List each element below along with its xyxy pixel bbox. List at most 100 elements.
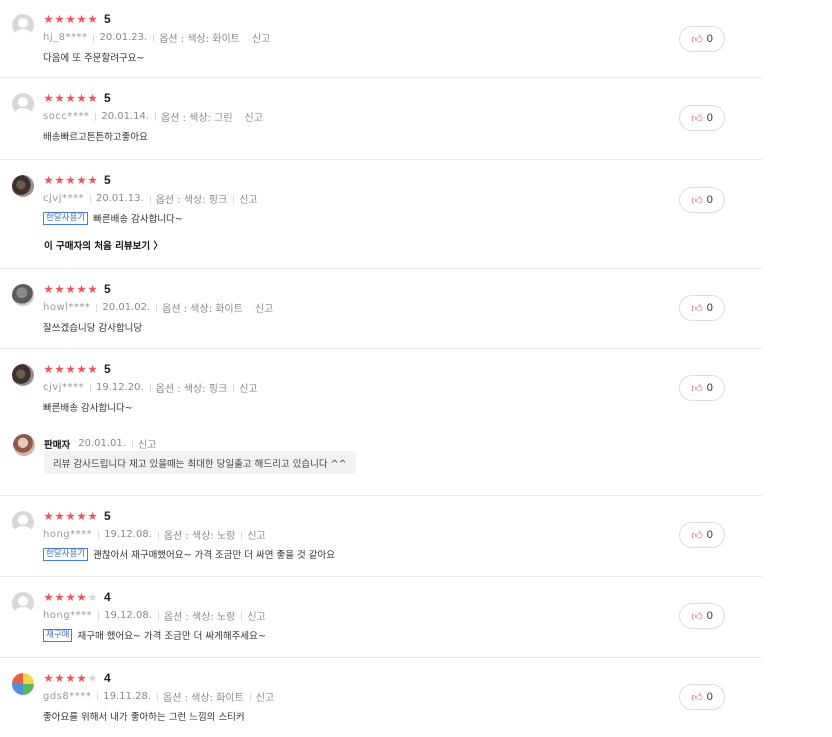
rating-score: 5 — [104, 12, 111, 26]
reviewer-id: cjvj**** — [43, 382, 84, 393]
like-button[interactable]: 👍︎ 0 — [679, 295, 725, 321]
star-rating-icon: ★ ★ ★ ★ ★ — [43, 281, 98, 296]
divider — [149, 194, 151, 203]
like-button[interactable]: 👍︎ 0 — [679, 26, 725, 52]
avatar-default-icon — [12, 592, 34, 614]
review-text-line: 좋아요를 위해서 내가 좋아하는 그런 느낌의 스티커 — [43, 709, 245, 723]
report-link[interactable]: 신고 — [245, 109, 263, 124]
divider — [155, 112, 157, 121]
rating-score: 5 — [104, 362, 111, 376]
like-button[interactable]: 👍︎ 0 — [679, 375, 725, 401]
like-count: 0 — [706, 302, 713, 314]
purchase-option: 옵션 : 색상: 노랑 — [163, 531, 236, 542]
review-meta: gds8**** 19.11.28. 옵션 : 색상: 화이트 신고 — [43, 689, 274, 704]
avatar-default-icon — [12, 93, 34, 115]
purchase-option: 옵션 : 색상: 그린 — [161, 113, 233, 124]
star-filled-icon: ★ — [54, 589, 65, 604]
reviewer-id: cjvj**** — [43, 193, 84, 204]
review-item: ★ ★ ★ ★ ★ 5 cjvj**** 20.01.13. 옵션 : 색상: 핑크 신… — [0, 161, 762, 269]
divider — [156, 303, 158, 312]
reviewer-id: hong**** — [43, 610, 93, 621]
like-button[interactable]: 👍︎ 0 — [679, 603, 725, 629]
divider — [89, 194, 91, 203]
review-text: 좋아요를 위해서 내가 좋아하는 그런 느낌의 스티커 — [43, 712, 245, 723]
divider — [241, 611, 243, 620]
review-list: ★ ★ ★ ★ ★ 5 hj_8**** 20.01.23. 옵션 : 색상: 화이트 … — [0, 0, 832, 737]
rating-score: 5 — [104, 173, 111, 187]
rating-score: 4 — [104, 671, 111, 685]
report-link[interactable]: 신고 — [256, 689, 274, 704]
like-count: 0 — [706, 610, 713, 622]
divider — [89, 383, 91, 392]
review-meta: hj_8**** 20.01.23. 옵션 : 색상: 화이트 신고 — [43, 30, 270, 45]
divider — [233, 383, 235, 392]
like-button[interactable]: 👍︎ 0 — [679, 522, 725, 548]
like-button[interactable]: 👍︎ 0 — [679, 684, 725, 710]
avatar-photo — [12, 284, 34, 306]
review-date: 19.12.08. — [104, 529, 152, 540]
divider — [233, 194, 235, 203]
star-filled-icon: ★ — [54, 172, 65, 187]
like-button[interactable]: 👍︎ 0 — [679, 105, 725, 131]
report-link[interactable]: 신고 — [239, 380, 257, 395]
review-item: ★ ★ ★ ★ ★ 5 hong**** 19.12.08. 옵션 : 색상: 노랑 신… — [0, 497, 762, 577]
star-rating-icon: ★ ★ ★ ★ ★ — [43, 11, 98, 26]
thumbs-up-icon: 👍︎ — [691, 111, 703, 125]
star-filled-icon: ★ — [43, 11, 54, 26]
review-date: 20.01.02. — [102, 302, 151, 313]
report-link[interactable]: 신고 — [138, 436, 156, 451]
reviewer-id: howl**** — [43, 302, 91, 313]
star-rating-icon: ★ ★ ★ ★ ★ — [43, 508, 98, 523]
thumbs-up-icon: 👍︎ — [691, 609, 703, 623]
like-button[interactable]: 👍︎ 0 — [679, 187, 725, 213]
review-tag: 재구매 — [43, 628, 73, 642]
like-count: 0 — [706, 194, 713, 206]
rating: ★ ★ ★ ★ ★ 5 — [43, 172, 111, 187]
avatar-default-icon — [12, 14, 34, 36]
star-filled-icon: ★ — [87, 281, 98, 296]
avatar-photo — [12, 673, 34, 695]
review-meta: howl**** 20.01.02. 옵션 : 색상: 화이트 신고 — [43, 300, 273, 315]
rating: ★ ★ ★ ★ ★ 5 — [43, 508, 110, 523]
report-link[interactable]: 신고 — [247, 608, 265, 623]
thumbs-up-icon: 👍︎ — [691, 381, 703, 395]
reviewer-id: socc**** — [43, 111, 90, 122]
star-filled-icon: ★ — [65, 361, 76, 376]
review-text-line: 잘쓰겠습니당 감사합니당 — [43, 320, 142, 334]
rating: ★ ★ ★ ★ ★ 5 — [43, 90, 111, 105]
review-item: ★ ★ ★ ★ ★ 5 cjvj**** 19.12.20. 옵션 : 색상: 핑크 신… — [0, 350, 762, 496]
star-filled-icon: ★ — [65, 670, 76, 685]
rating: ★ ★ ★ ★ ★ 5 — [43, 361, 111, 376]
star-empty-icon: ★ — [87, 670, 98, 685]
first-review-link[interactable]: 이 구매자의 처음 리뷰보기 〉 — [44, 238, 163, 252]
purchase-option: 옵션 : 색상: 화이트 — [162, 304, 243, 315]
thumbs-up-icon: 👍︎ — [691, 193, 703, 207]
review-text-line: 한달사용기 빠른배송 감사합니다~ — [43, 211, 183, 225]
review-text-line: 재구매 재구매 했어요~ 가격 조금만 더 싸게해주세요~ — [43, 628, 266, 642]
rating-score: 5 — [104, 91, 111, 105]
report-link[interactable]: 신고 — [255, 300, 273, 315]
review-text-line: 다음에 또 주문할려구요~ — [43, 50, 144, 64]
review-tag: 한달사용기 — [43, 547, 89, 561]
review-text-line: 배송빠르고튼튼하고좋아요 — [43, 129, 148, 143]
star-rating-icon: ★ ★ ★ ★ ★ — [43, 589, 98, 604]
report-link[interactable]: 신고 — [252, 30, 270, 45]
divider — [157, 530, 159, 539]
divider — [157, 692, 158, 701]
star-filled-icon: ★ — [54, 281, 65, 296]
rating-score: 5 — [104, 282, 111, 296]
thumbs-up-icon: 👍︎ — [691, 32, 703, 46]
divider — [153, 33, 155, 42]
star-filled-icon: ★ — [65, 11, 76, 26]
star-filled-icon: ★ — [43, 90, 54, 105]
star-filled-icon: ★ — [43, 508, 54, 523]
review-text: 빠른배송 감사합니다~ — [93, 214, 183, 225]
report-link[interactable]: 신고 — [247, 527, 265, 542]
like-count: 0 — [706, 112, 713, 124]
seller-meta: 판매자 20.01.01. 신고 — [44, 436, 156, 451]
review-text-line: 한달사용기 괜찮아서 재구매했어요~ 가격 조금만 더 싸면 좋을 것 같아요 — [43, 547, 335, 561]
star-filled-icon: ★ — [76, 670, 87, 685]
divider — [131, 439, 133, 448]
report-link[interactable]: 신고 — [239, 191, 257, 206]
star-rating-icon: ★ ★ ★ ★ ★ — [43, 361, 98, 376]
